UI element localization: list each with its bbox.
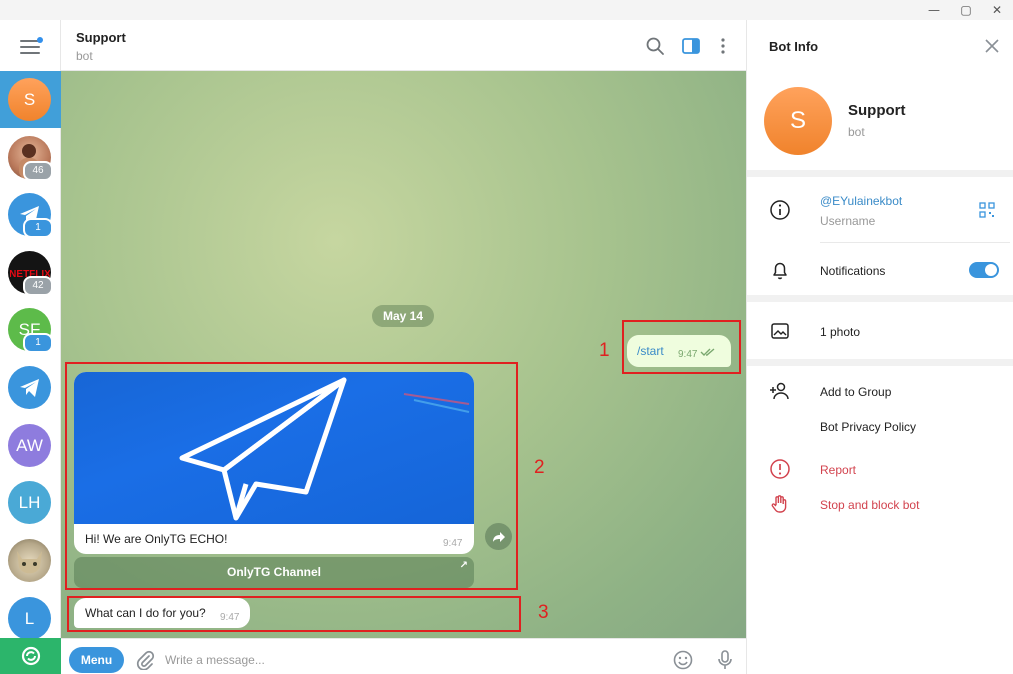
avatar-initials: S (23, 89, 36, 109)
report-icon (770, 459, 790, 479)
info-icon (770, 200, 790, 220)
row-divider (820, 242, 1010, 243)
add-to-group-button[interactable]: Add to Group (820, 385, 891, 399)
avatar-initials: L (24, 608, 35, 628)
unread-badge: 42 (23, 276, 53, 296)
bot-info-panel: Bot Info S Support bot @EYulainekbot Use… (746, 20, 1013, 674)
chat-header: Support bot (61, 20, 746, 71)
notifications-toggle[interactable] (969, 262, 999, 278)
notification-dot (37, 37, 43, 43)
unread-badge: 1 (23, 333, 53, 353)
privacy-policy-link[interactable]: Bot Privacy Policy (820, 420, 916, 434)
chat-avatar[interactable]: NETFLIX 42 (8, 251, 53, 296)
qr-code-icon[interactable] (979, 202, 995, 218)
annotation-label-3: 3 (538, 602, 549, 623)
date-divider: May 14 (372, 305, 434, 327)
more-vertical-icon[interactable] (713, 36, 733, 56)
chat-avatar[interactable]: AW (8, 424, 51, 467)
minimize-button[interactable]: — (926, 2, 942, 18)
bot-subtitle: bot (848, 125, 865, 139)
cat-photo-icon (17, 551, 42, 574)
chat-title[interactable]: Support (76, 30, 126, 45)
message-input[interactable] (165, 649, 645, 671)
section-separator (747, 295, 1013, 302)
chat-avatar[interactable]: LH (8, 481, 51, 524)
avatar-initials: AW (16, 435, 43, 455)
bot-menu-button[interactable]: Menu (69, 647, 124, 673)
bot-username[interactable]: @EYulainekbot (820, 194, 902, 208)
report-button[interactable]: Report (820, 463, 856, 477)
telegram-icon (19, 378, 39, 397)
chat-avatar[interactable]: SF 1 (8, 308, 53, 353)
bot-name: Support (848, 102, 906, 119)
avatar-initials: LH (18, 492, 41, 512)
annotation-box-1 (622, 320, 741, 374)
close-window-button[interactable]: ✕ (989, 2, 1005, 18)
annotation-box-3 (67, 596, 521, 632)
window-titlebar: — ▢ ✕ (0, 0, 1013, 20)
bell-icon (773, 262, 787, 280)
paperclip-icon[interactable] (135, 650, 155, 670)
unread-badge: 1 (23, 218, 53, 238)
photos-link[interactable]: 1 photo (820, 325, 860, 339)
stop-hand-icon (771, 495, 787, 513)
close-icon[interactable] (985, 39, 999, 53)
annotation-box-2 (65, 362, 518, 590)
toggle-knob (985, 264, 997, 276)
chat-avatar[interactable]: 1 (8, 193, 53, 238)
refresh-icon (21, 646, 40, 666)
chat-avatar[interactable]: S (8, 78, 51, 121)
add-user-icon (770, 382, 789, 400)
bot-avatar[interactable]: S (764, 87, 832, 155)
username-caption: Username (820, 214, 876, 228)
sidebar-footer[interactable] (0, 638, 61, 674)
panel-title: Bot Info (769, 39, 819, 54)
section-separator (747, 359, 1013, 366)
microphone-icon[interactable] (715, 649, 735, 671)
section-separator (747, 170, 1013, 177)
annotation-label-1: 1 (599, 340, 610, 361)
menu-icon[interactable] (20, 37, 43, 54)
photo-icon (771, 323, 789, 339)
chat-list-sidebar: S 46 1 NETFLIX 42 SF 1 AW LH L (0, 20, 61, 674)
chat-avatar[interactable]: L (8, 597, 51, 640)
unread-badge: 46 (23, 161, 53, 181)
message-composer: Menu (61, 638, 746, 674)
notifications-label: Notifications (820, 264, 886, 278)
sidebar-toggle-icon[interactable] (681, 36, 701, 56)
maximize-button[interactable]: ▢ (958, 2, 974, 18)
stop-and-block-button[interactable]: Stop and block bot (820, 498, 919, 512)
emoji-icon[interactable] (673, 650, 693, 670)
chat-avatar[interactable] (8, 366, 51, 409)
chat-avatar[interactable]: 46 (8, 136, 53, 181)
annotation-label-2: 2 (534, 457, 545, 478)
chat-avatar[interactable] (8, 539, 51, 582)
search-icon[interactable] (645, 36, 665, 56)
chat-subtitle: bot (76, 49, 93, 63)
